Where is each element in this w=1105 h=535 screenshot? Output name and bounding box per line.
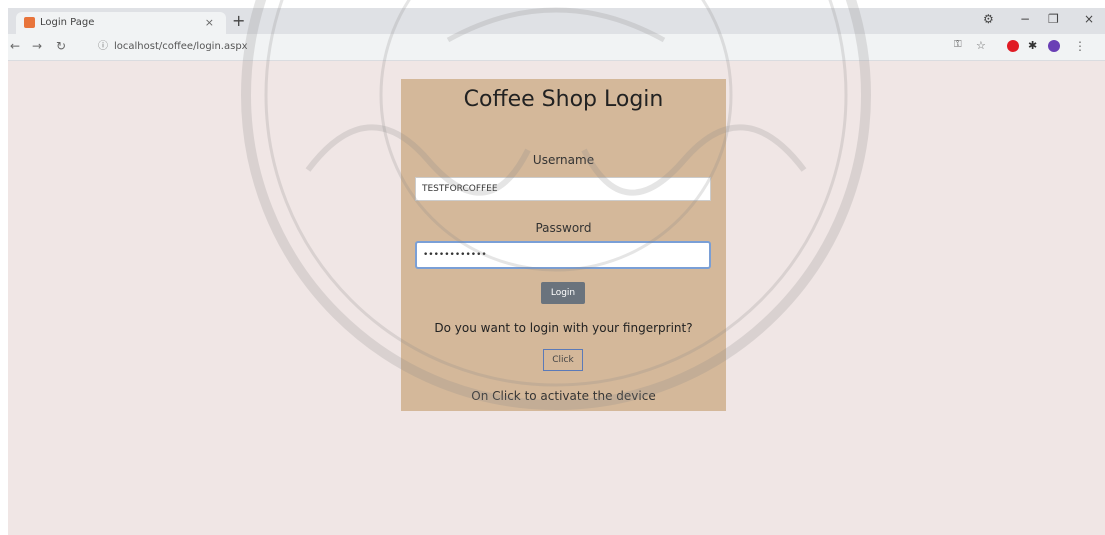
maximize-icon[interactable]: ❐	[1048, 12, 1059, 26]
browser-settings-icon[interactable]: ⚙	[983, 12, 994, 26]
opera-icon[interactable]	[1007, 40, 1019, 52]
fingerprint-question: Do you want to login with your fingerpri…	[434, 321, 693, 335]
activate-device-hint: On Click to activate the device	[471, 389, 656, 403]
login-card: Coffee Shop Login Username Password Logi…	[401, 79, 726, 411]
minimize-icon[interactable]: −	[1020, 12, 1030, 26]
star-icon[interactable]: ☆	[976, 39, 986, 52]
browser-toolbar: ← → ↻ ⓘ localhost/coffee/login.aspx ⚿ ☆ ✱…	[8, 34, 1105, 61]
fingerprint-click-button[interactable]: Click	[543, 349, 583, 371]
close-window-icon[interactable]: ×	[1084, 12, 1094, 26]
browser-tab[interactable]: Login Page ×	[16, 12, 226, 34]
login-button[interactable]: Login	[541, 282, 585, 304]
info-icon: ⓘ	[98, 41, 108, 52]
password-label: Password	[535, 221, 592, 235]
tab-title: Login Page	[40, 17, 95, 28]
username-field[interactable]	[415, 177, 711, 201]
key-icon[interactable]: ⚿	[954, 39, 962, 50]
username-label: Username	[532, 153, 595, 167]
tab-close-icon[interactable]: ×	[205, 16, 214, 29]
password-field[interactable]	[415, 241, 711, 269]
menu-icon[interactable]: ⋮	[1074, 39, 1086, 53]
page-title: Coffee Shop Login	[463, 87, 664, 112]
puzzle-icon[interactable]: ✱	[1028, 39, 1037, 52]
profile-icon[interactable]	[1048, 40, 1060, 52]
new-tab-icon[interactable]: +	[232, 11, 245, 30]
page-favicon-icon	[24, 17, 35, 28]
url-text: localhost/coffee/login.aspx	[114, 41, 248, 52]
browser-titlebar: Login Page × + ⚙ − ❐ ×	[8, 8, 1105, 34]
back-arrow-icon[interactable]: ←	[10, 39, 20, 53]
reload-icon[interactable]: ↻	[56, 39, 66, 53]
address-bar[interactable]: ⓘ localhost/coffee/login.aspx	[98, 38, 938, 56]
page-body: Coffee Shop Login Username Password Logi…	[8, 61, 1105, 535]
forward-arrow-icon[interactable]: →	[32, 39, 42, 53]
